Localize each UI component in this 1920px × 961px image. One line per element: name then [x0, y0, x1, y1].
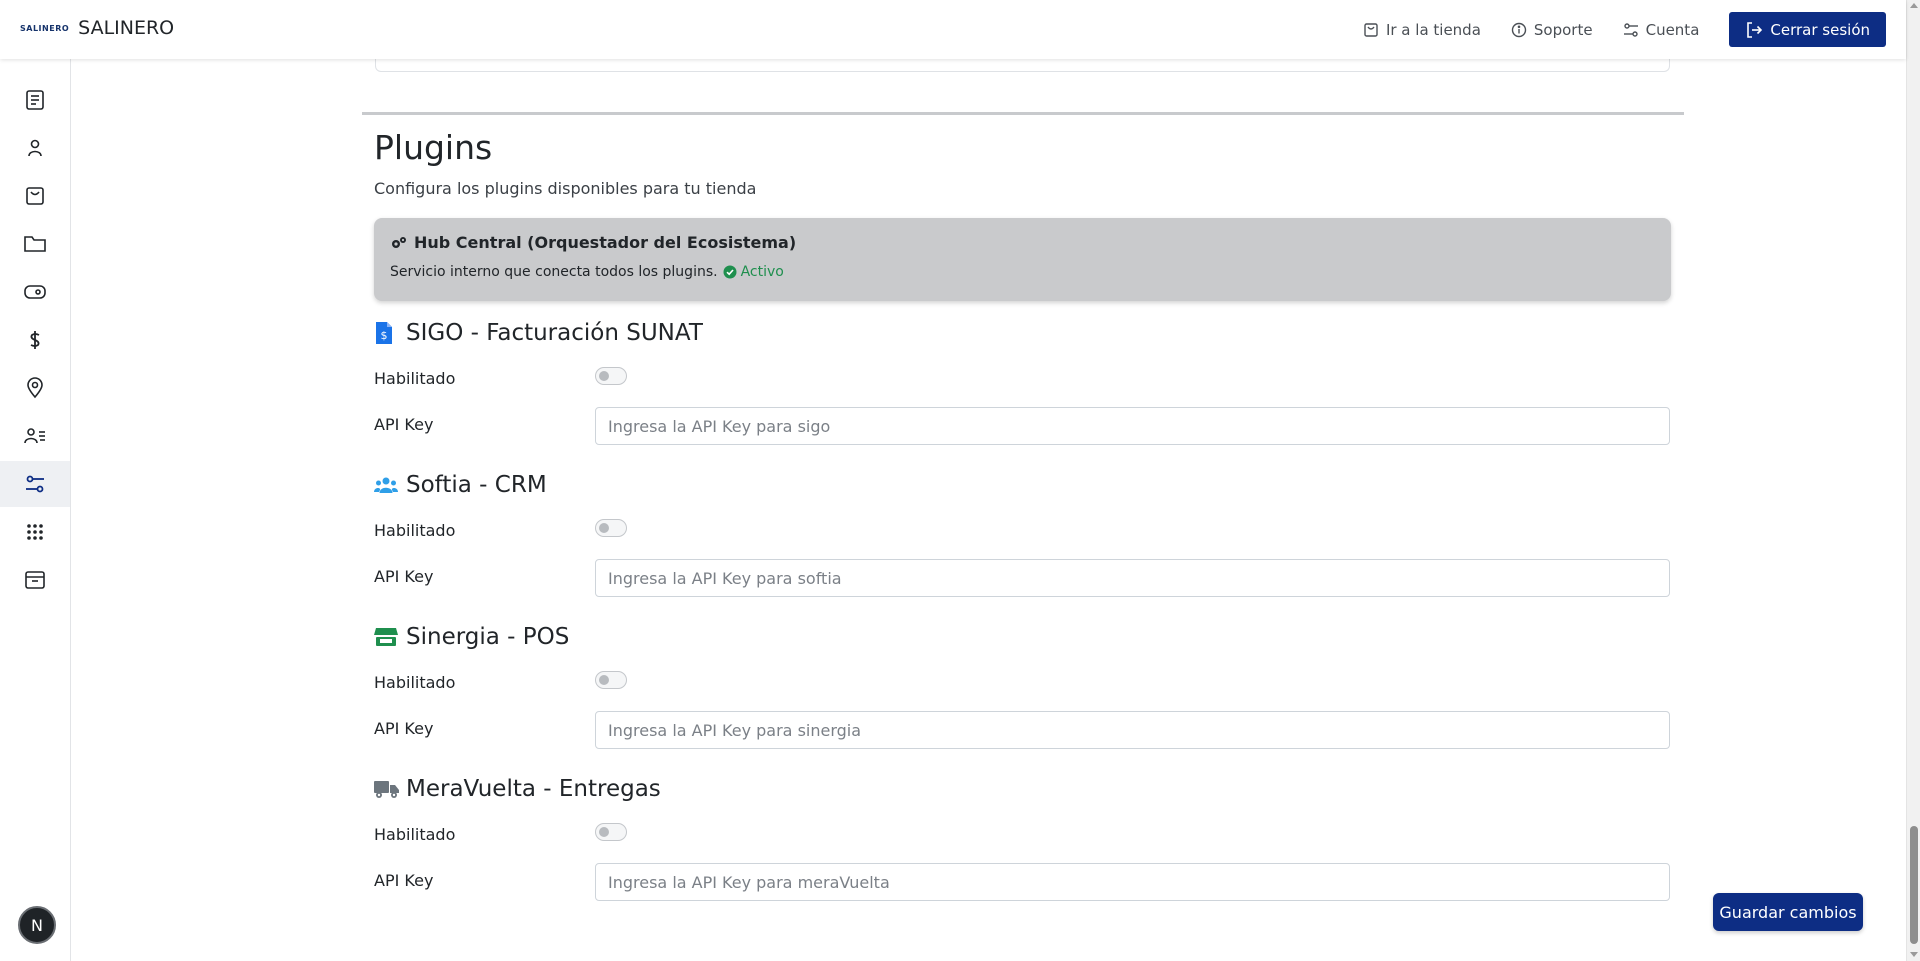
sidebar-item-customers[interactable] [0, 125, 70, 171]
plugin-softia-title: Softia - CRM [374, 472, 547, 498]
truck-icon [374, 779, 400, 799]
users-group-icon [374, 476, 400, 494]
sidebar-item-finances[interactable] [0, 317, 70, 363]
support-link[interactable]: Soporte [1511, 21, 1593, 39]
plugin-softia-api-input[interactable] [595, 559, 1670, 597]
folder-icon [24, 236, 46, 252]
account-link[interactable]: Cuenta [1623, 20, 1700, 39]
settings-sliders-icon [26, 475, 44, 493]
support-label: Soporte [1533, 20, 1593, 39]
archive-box-icon [25, 571, 45, 589]
sliders-icon [1623, 22, 1638, 37]
plugin-sigo-api-input[interactable] [595, 407, 1670, 445]
hub-central-description: Servicio interno que conecta todos los p… [390, 264, 784, 280]
plugin-sinergia-api-input[interactable] [595, 711, 1670, 749]
plugin-softia-enabled-label: Habilitado [374, 521, 456, 540]
plugin-sinergia-name: Sinergia - POS [406, 624, 570, 650]
apps-grid-icon [27, 524, 43, 540]
plugin-sinergia-api-label: API Key [374, 719, 434, 738]
plugin-meravuelta-name: MeraVuelta - Entregas [406, 776, 661, 802]
plugin-softia-name: Softia - CRM [406, 472, 547, 498]
plugin-sigo-enabled-label: Habilitado [374, 369, 456, 388]
plugin-meravuelta-enabled-label: Habilitado [374, 825, 456, 844]
sidebar-item-apps[interactable] [0, 509, 70, 555]
plugin-meravuelta-api-label: API Key [374, 871, 434, 890]
scroll-down-arrow-icon[interactable] [1910, 952, 1918, 957]
sidebar-item-archive[interactable] [0, 557, 70, 603]
sidebar-item-products[interactable] [0, 173, 70, 219]
plugins-title: Plugins [374, 128, 493, 167]
sidebar-item-users[interactable] [0, 413, 70, 459]
plugin-sigo-api-label: API Key [374, 415, 434, 434]
sidebar-item-discounts[interactable] [0, 269, 70, 315]
info-icon [1511, 22, 1527, 37]
plugin-softia-api-label: API Key [374, 567, 434, 586]
plugin-meravuelta-title: MeraVuelta - Entregas [374, 776, 661, 802]
scroll-up-arrow-icon[interactable] [1910, 3, 1918, 8]
gears-icon [392, 236, 406, 248]
plugin-sigo-name: SIGO - Facturación SUNAT [406, 320, 703, 346]
document-list-icon [26, 90, 44, 110]
scroll-thumb[interactable] [1910, 826, 1918, 944]
hub-central-card: Hub Central (Orquestador del Ecosistema)… [374, 218, 1671, 301]
logout-button[interactable]: Cerrar sesión [1729, 12, 1886, 47]
sidebar-item-categories[interactable] [0, 221, 70, 267]
store-icon [374, 627, 400, 647]
plugin-sinergia-enabled-label: Habilitado [374, 673, 456, 692]
go-to-store-link[interactable]: Ir a la tienda [1363, 21, 1481, 39]
top-header: SALINERO SALINERO Ir a la tienda Soporte… [0, 0, 1906, 59]
logout-label: Cerrar sesión [1770, 20, 1870, 39]
hub-central-title-text: Hub Central (Orquestador del Ecosistema) [414, 233, 797, 252]
brand-logo: SALINERO [20, 23, 70, 33]
dollar-icon [30, 331, 40, 349]
user-icon [28, 139, 42, 157]
shopping-bag-icon [1364, 22, 1378, 37]
plugin-sigo-title: $ SIGO - Facturación SUNAT [374, 320, 703, 346]
brand[interactable]: SALINERO SALINERO [20, 17, 174, 39]
brand-name: SALINERO [78, 17, 175, 39]
plugin-meravuelta-enabled-toggle[interactable] [595, 823, 627, 841]
plugin-meravuelta-api-input[interactable] [595, 863, 1670, 901]
plugin-sinergia-enabled-toggle[interactable] [595, 671, 627, 689]
logout-icon [1747, 21, 1763, 38]
hub-central-description-text: Servicio interno que conecta todos los p… [390, 264, 718, 280]
users-list-icon [24, 428, 45, 444]
plugin-sigo-enabled-toggle[interactable] [595, 367, 627, 385]
plugins-subtitle: Configura los plugins disponibles para t… [374, 179, 757, 198]
hub-status-badge: Activo [723, 264, 784, 280]
sidebar-item-locations[interactable] [0, 365, 70, 411]
sidebar-item-settings[interactable] [0, 461, 70, 507]
plugin-softia-enabled-toggle[interactable] [595, 519, 627, 537]
shopping-bag-icon [26, 187, 44, 205]
page-scrollbar[interactable] [1906, 0, 1920, 961]
section-divider [362, 112, 1684, 115]
save-changes-button[interactable]: Guardar cambios [1713, 893, 1863, 931]
hub-central-title: Hub Central (Orquestador del Ecosistema) [390, 233, 796, 252]
sidebar-item-orders[interactable] [0, 77, 70, 123]
top-navigation: Ir a la tienda Soporte Cuenta Cerrar ses… [1363, 12, 1906, 47]
go-to-store-label: Ir a la tienda [1385, 20, 1481, 39]
sidebar: N [0, 59, 71, 961]
plugin-sinergia-title: Sinergia - POS [374, 624, 569, 650]
account-label: Cuenta [1645, 20, 1700, 39]
invoice-icon: $ [374, 321, 400, 345]
hub-status-text: Activo [740, 264, 784, 280]
svg-text:$: $ [381, 329, 388, 342]
avatar[interactable]: N [18, 906, 56, 944]
location-pin-icon [27, 377, 43, 399]
check-circle-icon [723, 265, 737, 279]
tag-icon [24, 285, 46, 299]
